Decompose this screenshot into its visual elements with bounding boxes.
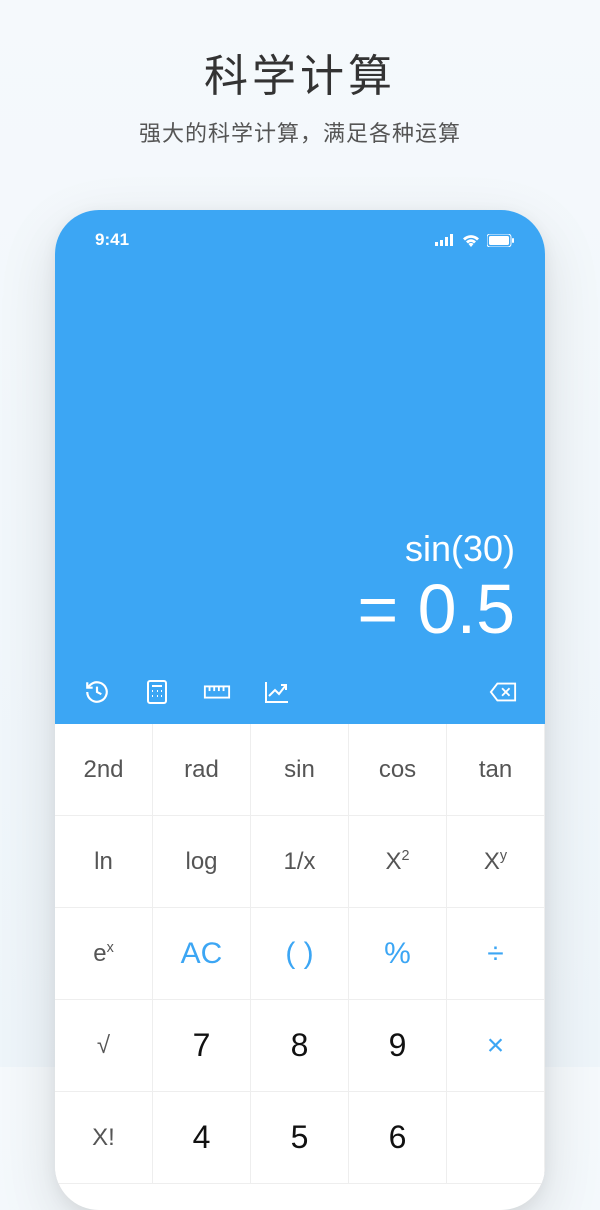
key-5[interactable]: 5 — [251, 1092, 349, 1184]
calculator-icon[interactable] — [143, 678, 171, 706]
signal-icon — [435, 234, 455, 246]
phone-frame: 9:41 sin(30) = 0.5 — [55, 210, 545, 1210]
ruler-icon[interactable] — [203, 678, 231, 706]
key-reciprocal[interactable]: 1/x — [251, 816, 349, 908]
key-factorial[interactable]: X! — [55, 1092, 153, 1184]
display-toolbar — [55, 678, 545, 706]
promo-subtitle: 强大的科学计算，满足各种运算 — [0, 116, 600, 148]
key-8[interactable]: 8 — [251, 1000, 349, 1092]
key-cos[interactable]: cos — [349, 724, 447, 816]
status-bar: 9:41 — [55, 210, 545, 250]
key-log[interactable]: log — [153, 816, 251, 908]
promo-title: 科学计算 — [0, 40, 600, 104]
result-text: = 0.5 — [357, 574, 515, 644]
key-4[interactable]: 4 — [153, 1092, 251, 1184]
calculation-area: sin(30) = 0.5 — [357, 528, 515, 644]
key-minus[interactable] — [447, 1092, 545, 1184]
wifi-icon — [462, 234, 480, 247]
key-ln[interactable]: ln — [55, 816, 153, 908]
key-percent[interactable]: % — [349, 908, 447, 1000]
chart-icon[interactable] — [263, 678, 291, 706]
key-ac[interactable]: AC — [153, 908, 251, 1000]
battery-icon — [487, 234, 515, 247]
key-rad[interactable]: rad — [153, 724, 251, 816]
key-e-power-x[interactable]: ex — [55, 908, 153, 1000]
key-parentheses[interactable]: ( ) — [251, 908, 349, 1000]
key-2nd[interactable]: 2nd — [55, 724, 153, 816]
key-sin[interactable]: sin — [251, 724, 349, 816]
key-x-squared[interactable]: X2 — [349, 816, 447, 908]
key-7[interactable]: 7 — [153, 1000, 251, 1092]
status-icons — [435, 234, 515, 247]
status-time: 9:41 — [95, 230, 129, 250]
promo-header: 科学计算 强大的科学计算，满足各种运算 — [0, 0, 600, 148]
history-icon[interactable] — [83, 678, 111, 706]
key-9[interactable]: 9 — [349, 1000, 447, 1092]
key-tan[interactable]: tan — [447, 724, 545, 816]
keypad: 2nd rad sin cos tan ln log 1/x X2 Xy ex … — [55, 724, 545, 1184]
backspace-icon[interactable] — [489, 678, 517, 706]
key-multiply[interactable]: × — [447, 1000, 545, 1092]
expression-text: sin(30) — [357, 528, 515, 570]
key-divide[interactable]: ÷ — [447, 908, 545, 1000]
key-6[interactable]: 6 — [349, 1092, 447, 1184]
calculator-display: 9:41 sin(30) = 0.5 — [55, 210, 545, 724]
key-sqrt[interactable]: √ — [55, 1000, 153, 1092]
key-x-power-y[interactable]: Xy — [447, 816, 545, 908]
